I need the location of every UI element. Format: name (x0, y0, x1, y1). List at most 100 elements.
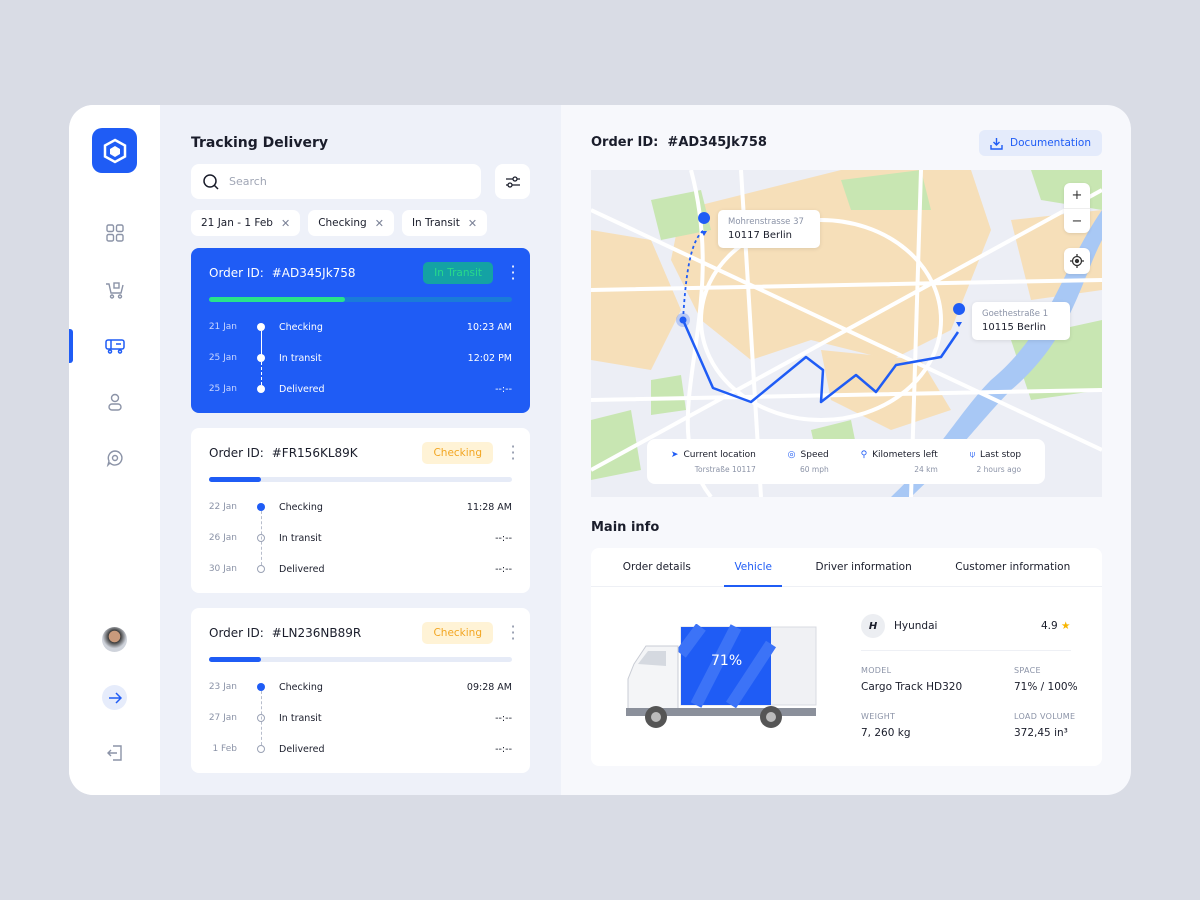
tracking-panel: Tracking Delivery 21 Jan - 1 Feb ✕ Checki… (160, 105, 561, 795)
step-time: --:-- (495, 383, 512, 395)
info-tabs: Order details Vehicle Driver information… (591, 548, 1102, 587)
origin-city: 10117 Berlin (728, 230, 793, 241)
status-badge: In Transit (423, 262, 493, 284)
stat-value: Torstraße 10117 (694, 464, 756, 474)
tab-vehicle[interactable]: Vehicle (724, 548, 782, 587)
progress-bar (209, 657, 512, 662)
brand-row: H Hyundai (861, 614, 937, 638)
nav-dashboard[interactable] (102, 220, 128, 246)
step-name: Delivered (279, 743, 325, 755)
zoom-out-button[interactable]: − (1064, 208, 1090, 233)
close-icon[interactable]: ✕ (281, 217, 290, 230)
order-id-value: #LN236NB89R (271, 626, 362, 640)
main-info-title: Main info (591, 520, 660, 535)
step-dot (257, 354, 265, 362)
arrow-right-icon (108, 691, 122, 704)
step-date: 25 Jan (208, 353, 237, 363)
locate-button[interactable] (1064, 248, 1090, 274)
tab-customer-information[interactable]: Customer information (945, 548, 1080, 586)
order-label: Order ID: (591, 135, 659, 150)
destination-street: Goethestraße 1 (982, 309, 1049, 319)
app-window: Tracking Delivery 21 Jan - 1 Feb ✕ Checki… (69, 105, 1131, 795)
stat-speed: ◎ Speed 60 mph (788, 450, 829, 474)
search-box[interactable] (191, 164, 481, 199)
chip-date[interactable]: 21 Jan - 1 Feb ✕ (191, 210, 301, 236)
user-icon (108, 393, 122, 411)
progress-fill (209, 297, 346, 302)
brand-name: Hyundai (894, 620, 938, 632)
chip-in-transit[interactable]: In Transit ✕ (401, 210, 488, 236)
tab-driver-information[interactable]: Driver information (806, 548, 922, 586)
box-logo-icon (103, 138, 126, 163)
step-date: 1 Feb (212, 744, 237, 754)
page-title: Tracking Delivery (191, 135, 328, 151)
step-dot (257, 323, 265, 331)
stat-title: Last stop (980, 449, 1022, 460)
step-date: 27 Jan (208, 713, 237, 723)
nav-support[interactable] (102, 445, 128, 471)
stat-value: 24 km (914, 464, 938, 474)
step-dot (257, 503, 265, 511)
sliders-icon (505, 175, 520, 188)
nav-cart[interactable] (102, 277, 128, 303)
stat-title: Kilometers left (872, 449, 938, 460)
logout-button[interactable] (102, 740, 128, 766)
step-time: 12:02 PM (467, 352, 512, 364)
close-icon[interactable]: ✕ (375, 217, 384, 230)
nav-profile[interactable] (102, 389, 128, 415)
truck-icon (105, 339, 125, 354)
route-map[interactable]: Mohrenstrasse 37 10117 Berlin Goethestraß… (591, 170, 1102, 497)
step-name: Checking (279, 681, 323, 693)
stat-value: 60 mph (799, 464, 829, 474)
step-date: 23 Jan (208, 682, 237, 692)
model-value: Cargo Track HD320 (861, 681, 963, 693)
map-district (591, 230, 681, 370)
documentation-button[interactable]: Documentation (979, 130, 1102, 156)
tab-order-details[interactable]: Order details (613, 548, 701, 586)
order-label: Order ID: (209, 626, 264, 640)
destination-popup: Goethestraße 1 10115 Berlin (972, 302, 1070, 340)
navigation-icon: ➤ (670, 449, 679, 460)
timeline-step: 22 Jan Checking 11:28 AM (191, 500, 512, 514)
documentation-label: Documentation (1010, 137, 1091, 149)
logout-icon (107, 745, 122, 761)
status-badge: Checking (422, 442, 493, 464)
step-time: --:-- (495, 712, 512, 724)
expand-button[interactable] (102, 685, 127, 710)
order-label: Order ID: (209, 266, 264, 280)
order-card[interactable]: Order ID: #LN236NB89R Checking · · · 23 Jan… (191, 608, 530, 773)
stat-title: Current location (683, 449, 756, 460)
more-options-icon[interactable]: · · · (510, 259, 516, 287)
avatar[interactable] (102, 627, 127, 652)
progress-fill (209, 477, 261, 482)
timeline-step: 1 Feb Delivered --:-- (191, 742, 512, 756)
logo[interactable] (92, 128, 137, 173)
step-date: 26 Jan (208, 533, 237, 543)
chip-label: 21 Jan - 1 Feb (201, 217, 273, 229)
step-name: Delivered (279, 563, 325, 575)
stat-km-left: ⚲ Kilometers left 24 km (861, 450, 938, 474)
zoom-in-button[interactable]: + (1064, 183, 1090, 208)
order-card[interactable]: Order ID: #AD345Jk758 In Transit · · · 21 J… (191, 248, 530, 413)
search-icon (203, 173, 219, 190)
more-options-icon[interactable]: · · · (510, 439, 516, 467)
weight-label: WEIGHT (861, 712, 896, 721)
filter-button[interactable] (495, 164, 530, 199)
close-icon[interactable]: ✕ (468, 217, 477, 230)
sidebar (69, 105, 160, 795)
search-input[interactable] (229, 175, 449, 188)
trip-stats: ➤ Current location Torstraße 10117 ◎ Speed 6… (647, 439, 1045, 484)
chip-label: In Transit (411, 217, 460, 229)
chip-checking[interactable]: Checking ✕ (308, 210, 394, 236)
step-date: 30 Jan (208, 564, 237, 574)
step-name: In transit (279, 532, 322, 544)
step-name: In transit (279, 712, 322, 724)
more-options-icon[interactable]: · · · (510, 619, 516, 647)
step-name: Checking (279, 501, 323, 513)
nav-delivery[interactable] (102, 333, 128, 359)
order-card[interactable]: Order ID: #FR156KL89K Checking · · · 22 Jan… (191, 428, 530, 593)
step-dot (257, 683, 265, 691)
step-dot (257, 534, 265, 542)
model-label: MODEL (861, 666, 892, 675)
step-date: 25 Jan (208, 384, 237, 394)
